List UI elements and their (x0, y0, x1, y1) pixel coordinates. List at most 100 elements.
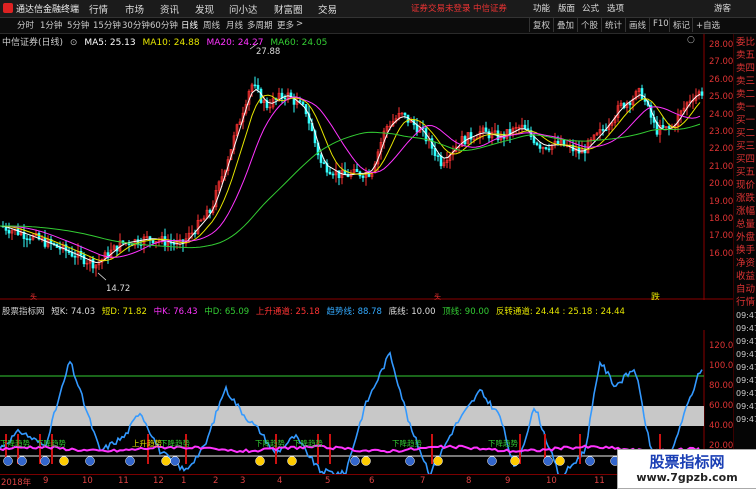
menu-function[interactable]: 功能 (533, 2, 550, 14)
tick-time: 09:47 (736, 415, 756, 424)
candle-body (667, 126, 671, 129)
date-tick: 11 (594, 476, 605, 486)
candle-body (628, 102, 632, 106)
menu-news[interactable]: 资讯 (160, 2, 179, 16)
watermark-title: 股票指标网 (649, 453, 725, 471)
short-k-value: 短K: 74.03 (51, 307, 96, 317)
tick-time: 09:47 (736, 402, 756, 411)
signal-face-icon (255, 456, 265, 466)
period-tab[interactable]: 30分钟 (122, 19, 150, 31)
ma10-value: MA10: 24.88 (142, 38, 200, 48)
quote-field-label: 净资 (736, 258, 756, 269)
menu-wealth[interactable]: 财富圈 (274, 2, 303, 16)
quote-field-label: 卖三 (736, 76, 756, 87)
adjust-button[interactable]: 复权 (529, 18, 553, 32)
date-tick: 10 (546, 476, 557, 486)
top-line-value: 顶线: 90.00 (442, 307, 490, 317)
price-tick: 22.00 (709, 144, 734, 155)
price-chart-canvas[interactable] (0, 34, 733, 300)
period-tab[interactable]: 分时 (17, 19, 34, 31)
candle-body (301, 101, 305, 105)
menu-ask[interactable]: 问小达 (229, 2, 258, 16)
tick-time: 09:47 (736, 311, 756, 320)
signal-face-icon (543, 456, 553, 466)
signal-face-icon (85, 456, 95, 466)
date-tick: 3 (240, 476, 246, 486)
period-tab[interactable]: 5分钟 (67, 19, 89, 31)
trend-label: 下降趋势 (255, 439, 285, 448)
indicator-header: 股票指标网 短K: 74.03 短D: 71.82 中K: 76.43 中D: … (0, 300, 733, 330)
reversal-channel-value: 反转通道: 24.44 : 25.18 : 24.44 (495, 307, 625, 317)
stock-button[interactable]: 个股 (577, 18, 601, 32)
login-status[interactable]: 证券交易未登录 (411, 2, 471, 14)
candle-body (700, 91, 704, 96)
draw-button[interactable]: 画线 (625, 18, 649, 32)
high-price-label: 27.88 (256, 47, 281, 57)
date-tick: 9 (505, 476, 511, 486)
date-tick: 5 (325, 476, 331, 486)
menu-layout[interactable]: 版面 (558, 2, 575, 14)
price-tick: 24.00 (709, 109, 734, 120)
period-tab[interactable]: 1分钟 (40, 19, 62, 31)
date-axis: 2018年9101112123456789101112 (0, 474, 704, 488)
period-tab[interactable]: 15分钟 (93, 19, 121, 31)
price-tick: 28.00 (709, 40, 734, 50)
quote-field-label: 现价 (736, 180, 756, 191)
add-favorite-button[interactable]: +自选 (692, 18, 723, 32)
quote-field-label: 买四 (736, 154, 756, 165)
menu-quotes[interactable]: 行情 (89, 2, 108, 16)
trend-label: 上升趋势 (132, 439, 162, 448)
quote-panel: 委比 卖五 卖四 卖三 卖二 卖一 买一 买二 买三 买四 买五 现价 涨跌 涨幅 总量 外盘 换手 净资 收益 自动… (733, 34, 756, 487)
tick-time: 09:47 (736, 376, 756, 385)
price-tick: 26.00 (709, 74, 734, 85)
period-tab-active[interactable]: 日线 (181, 19, 198, 31)
price-chart[interactable]: 中信证券(日线) ⊙ MA5: 25.13 MA10: 24.88 MA20: … (0, 34, 733, 303)
signal-face-icon (59, 456, 69, 466)
indicator-tick: 40.00 (709, 421, 734, 431)
indicator-chart[interactable]: 120.00100.0080.0060.0040.0020.000.00 下降趋… (0, 330, 739, 479)
period-tab[interactable]: 周线 (203, 19, 220, 31)
tick-time: 09:47 (736, 324, 756, 333)
date-tick: 11 (118, 476, 129, 486)
more-chevron-icon[interactable]: > (296, 19, 303, 29)
mark-button[interactable]: 标记 (669, 18, 693, 32)
menu-market[interactable]: 市场 (125, 2, 144, 16)
menu-formula[interactable]: 公式 (582, 2, 599, 14)
chart-settings-icon[interactable]: ○ (687, 35, 695, 45)
candle-body (439, 155, 443, 167)
candle-body (82, 254, 86, 265)
price-tick: 21.00 (709, 161, 734, 172)
period-tab[interactable]: 更多 (277, 19, 294, 31)
candle-body (328, 171, 332, 175)
menu-guest[interactable]: 游客 (714, 2, 731, 14)
candle-body (355, 169, 359, 173)
period-tab[interactable]: 60分钟 (150, 19, 178, 31)
short-d-value: 短D: 71.82 (101, 307, 147, 317)
candle-body (283, 97, 287, 100)
menu-options[interactable]: 选项 (607, 2, 624, 14)
indicator-name[interactable]: 股票指标网 (2, 307, 45, 317)
quote-field-label[interactable]: 行情 (736, 296, 755, 309)
quote-field-label: 外盘 (736, 232, 756, 243)
quote-field-label: 卖一 (736, 102, 756, 113)
period-tab[interactable]: 多周期 (247, 19, 273, 31)
candle-body (25, 238, 29, 240)
overlay-button[interactable]: 叠加 (553, 18, 577, 32)
candle-body (43, 237, 47, 247)
signal-face-icon (585, 456, 595, 466)
candle-body (28, 238, 32, 241)
stats-button[interactable]: 统计 (601, 18, 625, 32)
candle-body (403, 112, 407, 116)
menu-discover[interactable]: 发现 (195, 2, 214, 16)
period-tab[interactable]: 月线 (226, 19, 243, 31)
price-tick: 17.00 (709, 231, 734, 242)
quote-field-label: 总量 (736, 219, 756, 230)
quote-field-label[interactable]: 自动 (736, 283, 755, 296)
ma-legend: 中信证券(日线) ⊙ MA5: 25.13 MA10: 24.88 MA20: … (2, 35, 331, 48)
date-tick: 8 (466, 476, 472, 486)
signal-face-icon (487, 456, 497, 466)
expand-icon[interactable]: ⊙ (70, 38, 78, 48)
menu-trade[interactable]: 交易 (318, 2, 337, 16)
price-tick: 18.00 (709, 214, 734, 224)
quote-field-label: 买五 (736, 167, 756, 178)
